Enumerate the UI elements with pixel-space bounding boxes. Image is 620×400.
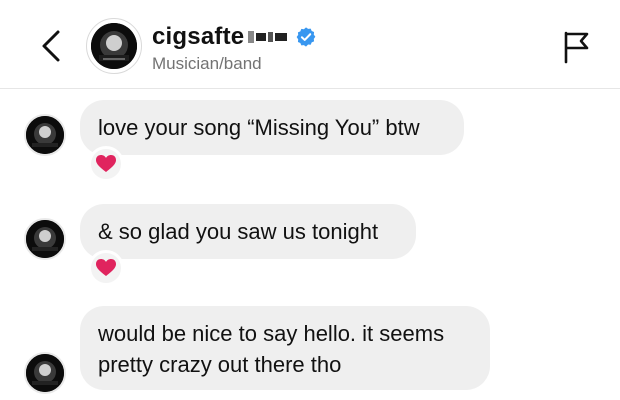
message-text: love your song “Missing You” btw [98,115,420,140]
reaction-badge[interactable] [88,250,124,286]
sender-avatar[interactable] [24,218,66,260]
message-text: would be nice to say hello. it seems pre… [98,321,445,377]
message-bubble[interactable]: love your song “Missing You” btw [80,100,464,155]
reaction-badge[interactable] [88,146,124,182]
chat-header: cigsafte Musician/band [0,0,620,89]
red-heart-icon [96,155,116,172]
profile-avatar[interactable] [86,18,142,74]
back-chevron-icon[interactable] [36,26,66,66]
redacted-text [246,31,288,43]
sender-avatar[interactable] [24,114,66,156]
message-bubble[interactable]: would be nice to say hello. it seems pre… [80,306,490,390]
username: cigsafte [152,23,245,50]
message-text: & so glad you saw us tonight [98,219,379,244]
sender-avatar[interactable] [24,352,66,394]
title-row[interactable]: cigsafte [152,22,317,52]
report-flag-icon[interactable] [562,30,592,64]
message-bubble[interactable]: & so glad you saw us tonight [80,204,416,259]
account-category: Musician/band [152,54,262,73]
verified-badge-icon [296,27,316,47]
red-heart-icon [96,259,116,276]
